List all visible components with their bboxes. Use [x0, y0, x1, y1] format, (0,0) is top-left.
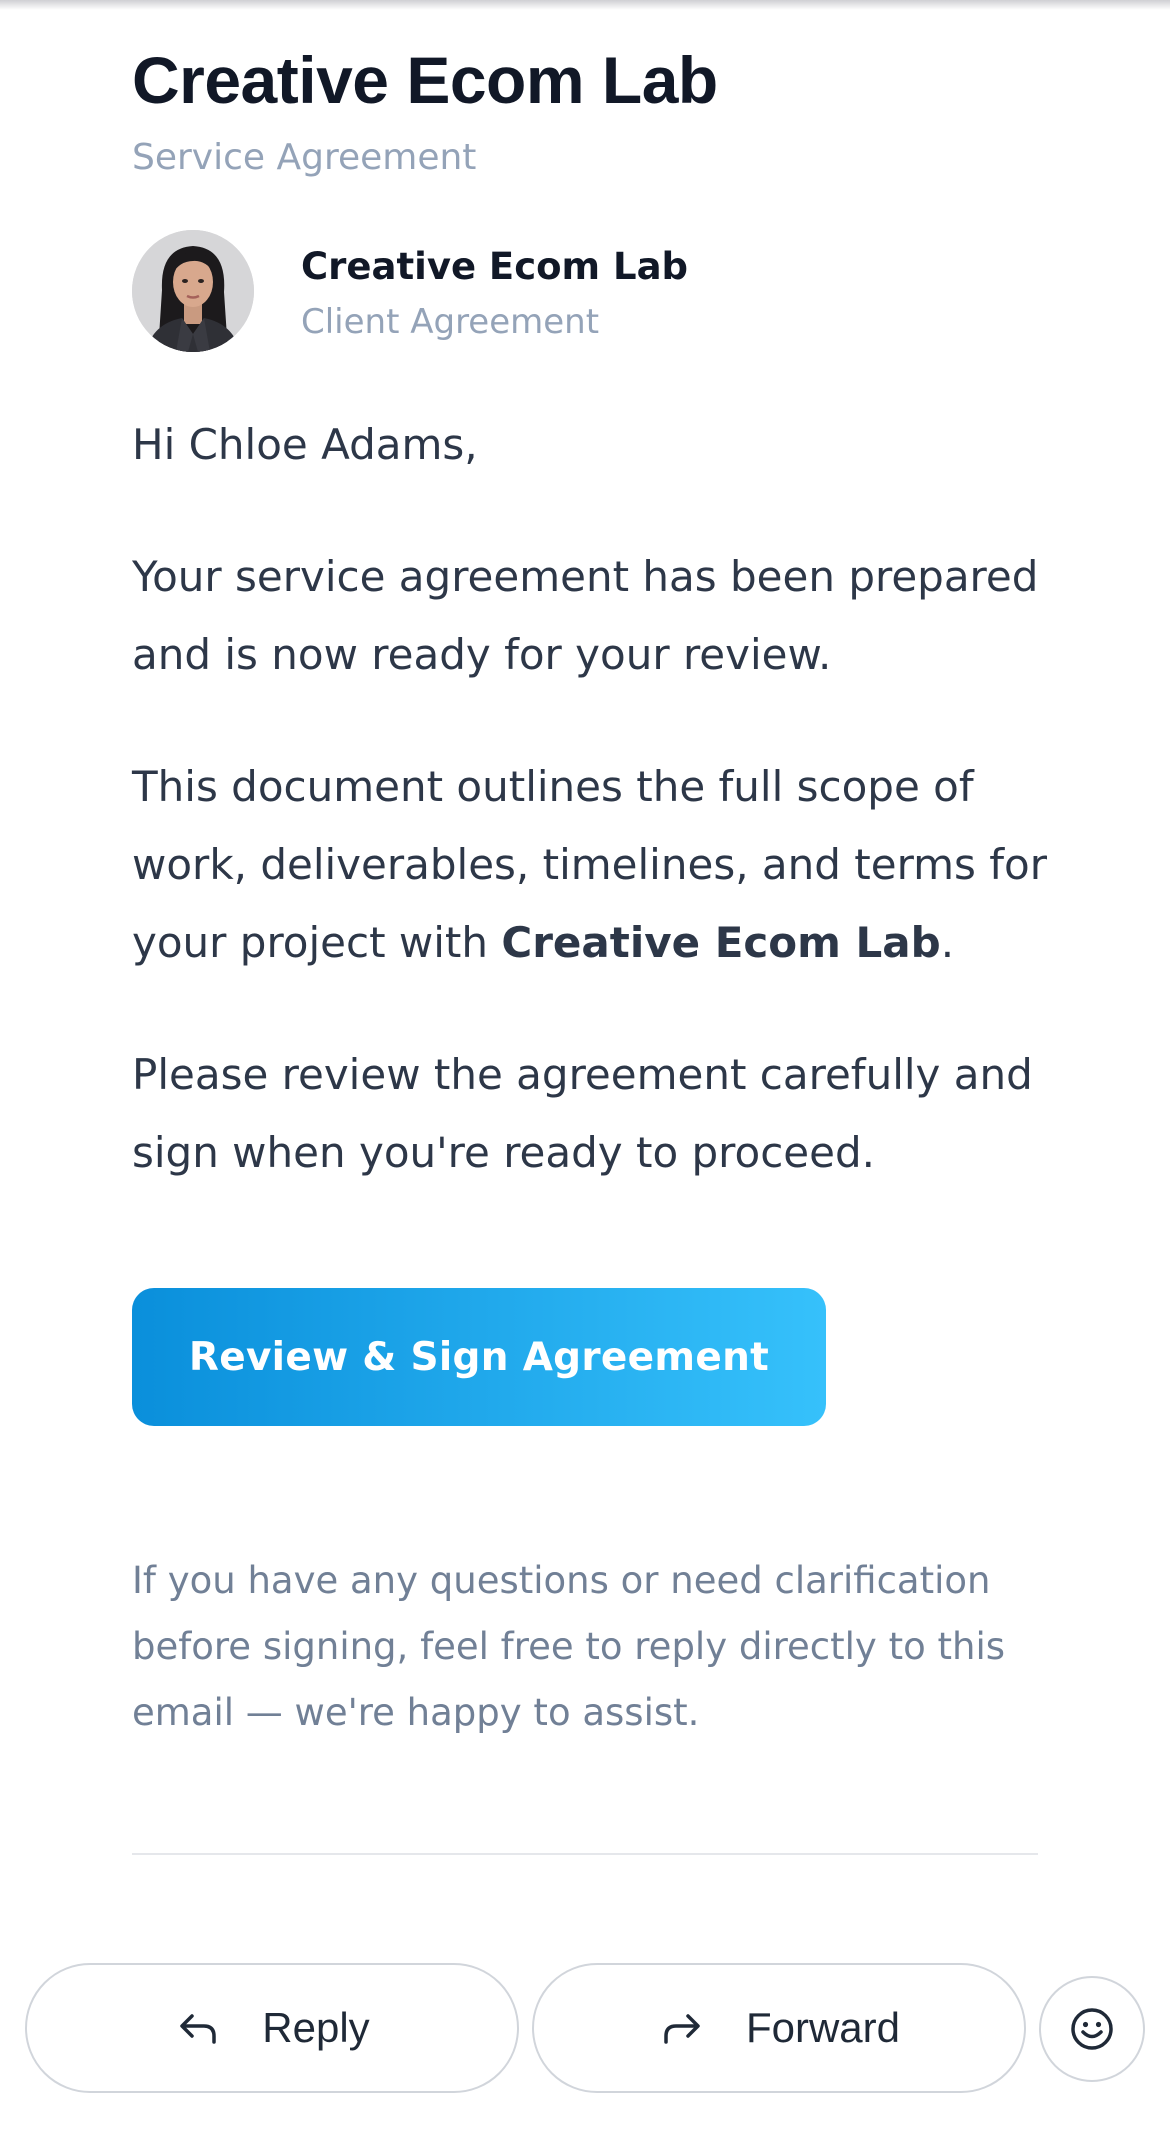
forward-arrow-icon [664, 2014, 700, 2044]
emoji-reaction-button[interactable] [1039, 1976, 1145, 2082]
sender-role: Client Agreement [301, 302, 600, 342]
divider [132, 1853, 1038, 1855]
reply-button[interactable]: Reply [25, 1963, 519, 2093]
person-photo-avatar [132, 230, 254, 352]
review-sign-agreement-button[interactable]: Review & Sign Agreement [132, 1288, 826, 1426]
email-paragraph-1: Your service agreement has been prepared… [132, 552, 1039, 679]
reply-arrow-icon [180, 2014, 217, 2044]
brand-subtitle: Service Agreement [132, 137, 477, 178]
email-footer-note: If you have any questions or need clarif… [132, 1559, 1006, 1734]
sender-name: Creative Ecom Lab [301, 245, 689, 288]
email-paragraph-3: Please review the agreement carefully an… [132, 1050, 1033, 1177]
top-shadow [0, 0, 1170, 10]
email-paragraph-2: This document outlines the full scope of… [132, 748, 1052, 982]
reply-label: Reply [262, 2004, 370, 2051]
forward-label: Forward [745, 2004, 901, 2051]
email-greeting: Hi Chloe Adams, [132, 420, 478, 469]
forward-button[interactable]: Forward [532, 1963, 1026, 2093]
paragraph-2-company: Creative Ecom Lab [501, 918, 941, 967]
brand-title: Creative Ecom Lab [132, 43, 718, 117]
paragraph-2-end: . [940, 918, 955, 967]
sender-avatar[interactable] [132, 230, 254, 352]
smiley-icon [1071, 2008, 1113, 2050]
